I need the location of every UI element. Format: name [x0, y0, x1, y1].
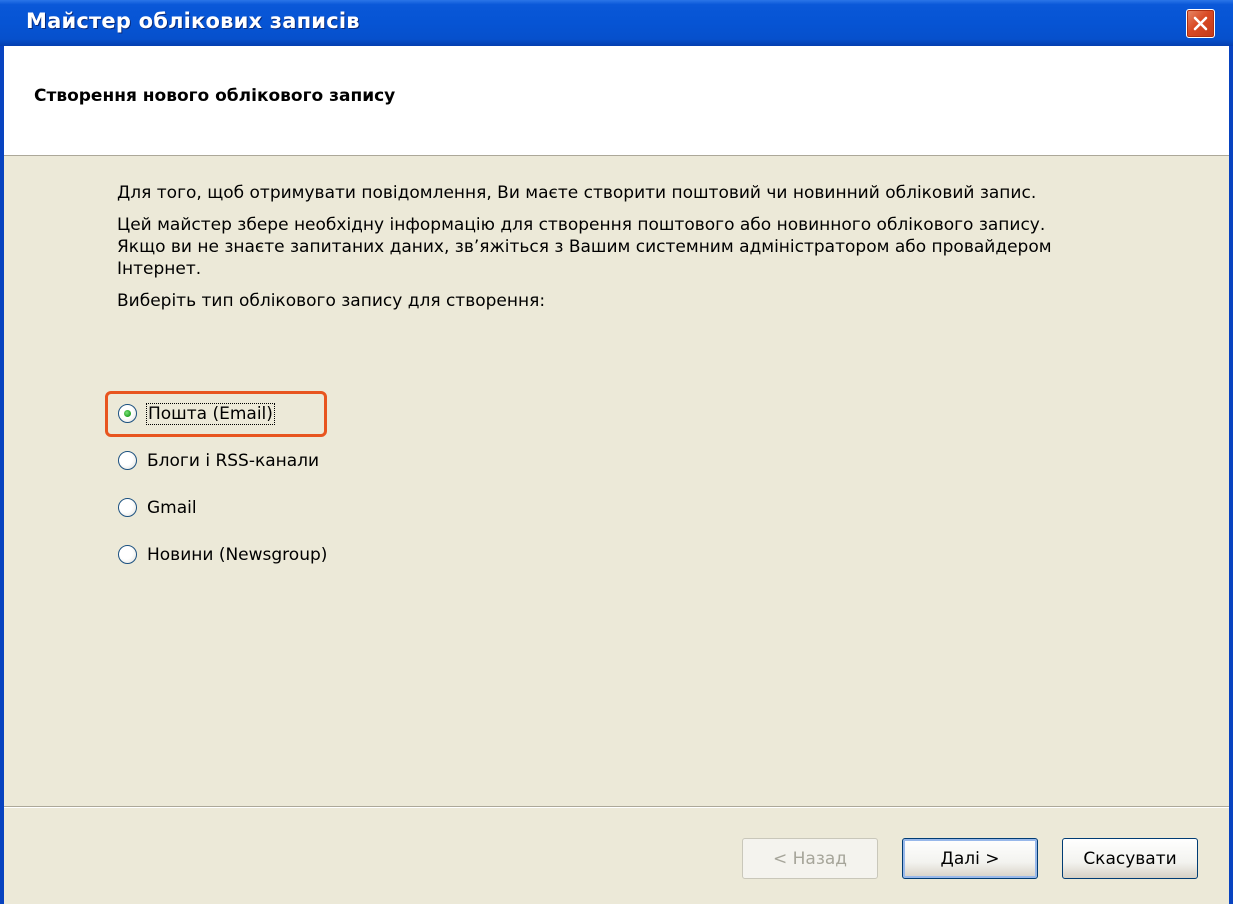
description-paragraph-2: Цей майстер збере необхідну інформацію д…: [117, 215, 1052, 279]
radio-option-gmail[interactable]: Gmail: [118, 496, 327, 519]
description-paragraph-1: Для того, щоб отримувати повідомлення, В…: [117, 183, 1037, 203]
close-button[interactable]: [1186, 9, 1215, 38]
wizard-header: Створення нового облікового запису: [4, 46, 1229, 156]
account-wizard-window: Майстер облікових записів Створення ново…: [0, 0, 1233, 904]
account-type-radio-group: Пошта (Email) Блоги і RSS-канали Gmail Н…: [118, 402, 327, 590]
window-title: Майстер облікових записів: [26, 9, 360, 33]
wizard-description: Для того, щоб отримувати повідомлення, В…: [117, 182, 1097, 322]
window-frame-right: [1229, 46, 1233, 904]
radio-label-gmail[interactable]: Gmail: [147, 498, 197, 518]
radio-label-newsgroup[interactable]: Новини (Newsgroup): [147, 545, 327, 565]
next-button[interactable]: Далі >: [902, 838, 1038, 879]
cancel-button[interactable]: Скасувати: [1062, 838, 1198, 879]
page-title: Створення нового облікового запису: [34, 86, 396, 106]
close-icon: [1193, 16, 1208, 31]
window-frame-left: [0, 46, 4, 904]
radio-button-rss[interactable]: [118, 451, 137, 470]
radio-button-newsgroup[interactable]: [118, 545, 137, 564]
account-type-prompt: Виберіть тип облікового запису для створ…: [117, 291, 546, 311]
radio-button-gmail[interactable]: [118, 498, 137, 517]
radio-label-email[interactable]: Пошта (Email): [146, 402, 275, 425]
radio-option-email[interactable]: Пошта (Email): [118, 402, 327, 425]
back-button[interactable]: < Назад: [742, 838, 878, 879]
button-separator: [4, 806, 1229, 808]
radio-option-newsgroup[interactable]: Новини (Newsgroup): [118, 543, 327, 566]
radio-option-rss[interactable]: Блоги і RSS-канали: [118, 449, 327, 472]
title-bar[interactable]: Майстер облікових записів: [0, 0, 1233, 46]
radio-button-email[interactable]: [118, 404, 137, 423]
radio-label-rss[interactable]: Блоги і RSS-канали: [147, 451, 319, 471]
